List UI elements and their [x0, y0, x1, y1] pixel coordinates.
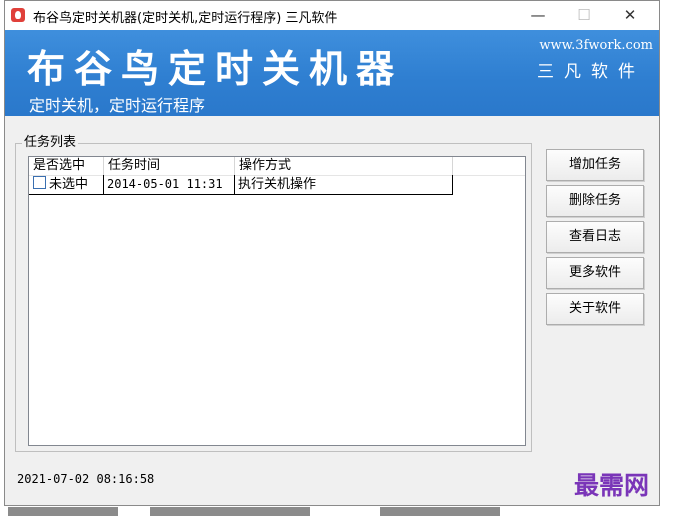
- column-header-selected[interactable]: 是否选中: [29, 157, 104, 175]
- header-banner: 布谷鸟定时关机器 定时关机，定时运行程序 www.3fwork.com 三凡软件: [5, 30, 659, 116]
- task-listview[interactable]: 是否选中 任务时间 操作方式 未选中 2014-05-01 11:31 执行关机…: [28, 156, 526, 446]
- task-list-group: 任务列表 是否选中 任务时间 操作方式 未选中 2014-05-01 11:31…: [15, 135, 532, 452]
- more-software-button[interactable]: 更多软件: [546, 257, 644, 289]
- about-button[interactable]: 关于软件: [546, 293, 644, 325]
- app-window: 布谷鸟定时关机器(定时关机,定时运行程序) 三凡软件 — ☐ ✕ 布谷鸟定时关机…: [4, 0, 660, 506]
- column-header-time[interactable]: 任务时间: [104, 157, 235, 175]
- banner-title: 布谷鸟定时关机器: [27, 47, 404, 91]
- listview-header: 是否选中 任务时间 操作方式: [29, 157, 525, 176]
- taskbar-fragment: [0, 507, 570, 516]
- status-datetime: 2021-07-02 08:16:58: [17, 472, 155, 486]
- row-select-label: 未选中: [49, 177, 89, 192]
- banner-subtitle: 定时关机，定时运行程序: [29, 96, 206, 115]
- site-watermark: 最需网: [574, 471, 650, 500]
- column-header-action[interactable]: 操作方式: [235, 157, 453, 175]
- title-bar[interactable]: 布谷鸟定时关机器(定时关机,定时运行程序) 三凡软件 — ☐ ✕: [5, 1, 659, 30]
- app-icon: [11, 8, 25, 22]
- banner-brand: 三凡软件: [537, 62, 645, 82]
- row-checkbox[interactable]: [33, 176, 46, 189]
- banner-url: www.3fwork.com: [539, 38, 653, 53]
- task-list-legend: 任务列表: [22, 135, 79, 151]
- view-log-button[interactable]: 查看日志: [546, 221, 644, 253]
- row-time-cell: 2014-05-01 11:31: [104, 175, 235, 194]
- maximize-button[interactable]: ☐: [561, 1, 607, 30]
- table-row[interactable]: 未选中 2014-05-01 11:31 执行关机操作: [29, 175, 453, 195]
- close-button[interactable]: ✕: [607, 1, 653, 30]
- window-title: 布谷鸟定时关机器(定时关机,定时运行程序) 三凡软件: [33, 11, 338, 26]
- add-task-button[interactable]: 增加任务: [546, 149, 644, 181]
- minimize-button[interactable]: —: [515, 1, 561, 30]
- row-select-cell[interactable]: 未选中: [29, 175, 104, 194]
- delete-task-button[interactable]: 删除任务: [546, 185, 644, 217]
- row-action-cell: 执行关机操作: [235, 175, 453, 194]
